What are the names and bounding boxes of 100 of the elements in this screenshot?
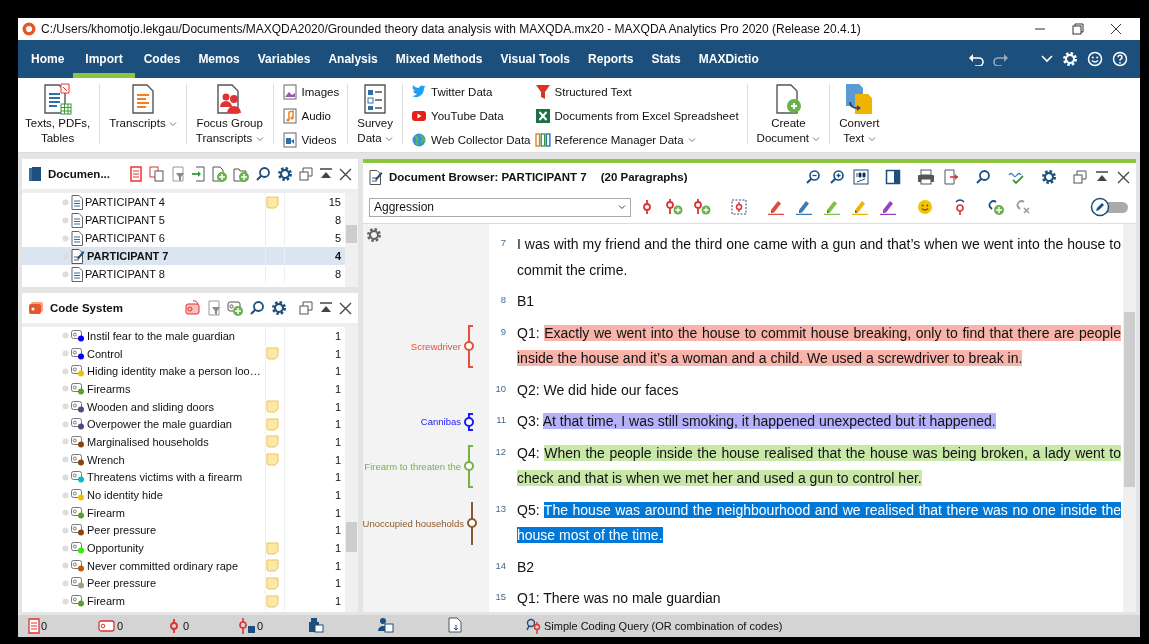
menu-tab[interactable]: Visual Tools	[491, 40, 580, 78]
collapse-icon[interactable]	[319, 301, 333, 315]
zoom-reset-icon[interactable]	[853, 169, 869, 185]
menu-tab[interactable]: Variables	[248, 40, 320, 78]
code-row[interactable]: Threatens victims with a firearm 1	[22, 468, 345, 487]
code-row[interactable]: Firearm 1	[22, 503, 345, 522]
code-row[interactable]: Wrench 1	[22, 450, 345, 469]
search-icon[interactable]	[249, 300, 265, 316]
restore-icon[interactable]	[1073, 170, 1087, 184]
code-row[interactable]: Opportunity 1	[22, 539, 345, 557]
smiley-icon[interactable]	[1087, 51, 1103, 67]
highlighter-icon[interactable]	[795, 199, 813, 215]
play-icon[interactable]	[411, 108, 427, 124]
code-row[interactable]: Instil fear to the male guardian 1	[22, 327, 345, 345]
ribbon-button[interactable]: Structured Text	[534, 84, 739, 100]
restore-icon[interactable]	[299, 301, 313, 315]
code-dropdown[interactable]: Aggression	[369, 197, 631, 217]
print-icon[interactable]	[917, 169, 935, 185]
bird-icon[interactable]	[411, 84, 427, 100]
side-panel-icon[interactable]	[885, 169, 901, 185]
zoom-out-icon[interactable]	[805, 169, 821, 185]
document-icon[interactable]	[28, 618, 40, 634]
code-row[interactable]: Hiding identity make a person loo… 1	[22, 362, 345, 381]
scrollbar[interactable]	[345, 193, 358, 287]
code-row[interactable]: Firearm 1	[22, 592, 345, 610]
spreadsheet-icon[interactable]	[534, 108, 551, 124]
code-row[interactable]: Peer pressure 1	[22, 521, 345, 540]
code-row[interactable]: No identity hide 1	[22, 486, 345, 504]
close-icon[interactable]	[1117, 170, 1130, 184]
restore-icon[interactable]	[1072, 23, 1084, 35]
code-row[interactable]: Peer pressure 1	[22, 574, 345, 593]
code-row[interactable]: Control 1	[22, 344, 345, 363]
highlighter-icon[interactable]	[767, 199, 785, 215]
coded-segment-icon[interactable]	[238, 618, 256, 634]
filter-icon[interactable]	[171, 166, 185, 182]
search-icon[interactable]	[255, 166, 271, 182]
bars-icon[interactable]	[534, 132, 551, 148]
ribbon-button[interactable]: Focus Group Transcripts	[192, 80, 267, 152]
caret-icon[interactable]	[1041, 54, 1053, 64]
close-icon[interactable]	[339, 167, 352, 181]
image-icon[interactable]	[281, 84, 298, 100]
import-icon[interactable]	[191, 166, 205, 182]
ribbon-button[interactable]: YouTube Data	[411, 108, 531, 124]
settings-icon[interactable]	[271, 300, 287, 316]
undo-icon[interactable]	[968, 52, 984, 66]
edit-mode-toggle[interactable]	[1090, 197, 1130, 217]
ribbon-button[interactable]: Videos	[281, 132, 340, 148]
funnel-icon[interactable]	[534, 84, 551, 100]
search-icon[interactable]	[975, 169, 991, 185]
collapse-icon[interactable]	[1095, 170, 1109, 184]
ribbon-button[interactable]: Survey Data	[354, 80, 396, 152]
globe-icon[interactable]	[411, 132, 427, 148]
select-coding-icon[interactable]	[731, 199, 747, 215]
ribbon-button[interactable]: Texts, PDFs, Tables	[22, 80, 94, 152]
copy-icon[interactable]	[149, 166, 165, 182]
settings-icon[interactable]	[1041, 169, 1057, 185]
add-folder-icon[interactable]	[233, 166, 249, 182]
menu-tab[interactable]: Analysis	[319, 40, 387, 78]
add-document-icon[interactable]	[211, 166, 227, 182]
code-row[interactable]: Never committed ordinary rape 1	[22, 556, 345, 575]
menu-tab[interactable]: MAXDictio	[689, 40, 768, 78]
scrollbar[interactable]	[345, 327, 358, 612]
menu-tab[interactable]: Mixed Methods	[386, 40, 492, 78]
collapse-icon[interactable]	[319, 167, 333, 181]
ribbon-button[interactable]: Twitter Data	[411, 84, 531, 100]
music-note-icon[interactable]	[281, 108, 298, 124]
add-code-icon[interactable]	[227, 300, 243, 316]
settings-icon[interactable]	[366, 227, 382, 243]
undo-coding-icon[interactable]	[953, 199, 967, 215]
menu-tab[interactable]: Memos	[189, 40, 249, 78]
ribbon-button[interactable]: Create Document	[753, 80, 824, 152]
ribbon-button[interactable]: Reference Manager Data	[534, 132, 739, 148]
ribbon-button[interactable]: Web Collector Data	[411, 132, 531, 148]
scrollbar[interactable]	[1123, 224, 1136, 612]
document-row[interactable]: PARTICIPANT 5 8	[22, 211, 345, 229]
menu-tab[interactable]: Codes	[134, 40, 190, 78]
document-icon[interactable]	[129, 166, 143, 182]
ribbon-button[interactable]: Convert Text	[836, 80, 883, 152]
redo-icon[interactable]	[993, 52, 1009, 66]
document-row[interactable]: PARTICIPANT 8 8	[22, 265, 345, 283]
filter-icon[interactable]	[207, 300, 221, 316]
ribbon-button[interactable]: Images	[281, 84, 340, 100]
video-icon[interactable]	[281, 132, 298, 148]
close-icon[interactable]	[339, 301, 352, 315]
add-coding-icon[interactable]	[665, 199, 683, 215]
ribbon-button[interactable]: Transcripts	[106, 80, 180, 152]
document-import-icon[interactable]	[448, 617, 462, 633]
code-variables-icon[interactable]	[378, 617, 394, 633]
menu-tab[interactable]: Home	[22, 40, 74, 78]
smiley-icon[interactable]	[917, 199, 933, 215]
code-row[interactable]: Overpower the male guardian 1	[22, 415, 345, 434]
code-icon[interactable]	[98, 620, 116, 632]
code-icon[interactable]	[185, 300, 201, 316]
code-row[interactable]: Firearms 1	[22, 380, 345, 398]
remove-link-icon[interactable]	[1015, 199, 1031, 215]
zoom-in-icon[interactable]	[829, 169, 845, 185]
close-icon[interactable]	[1110, 23, 1122, 35]
add-link-icon[interactable]	[987, 199, 1005, 215]
export-icon[interactable]	[943, 169, 959, 185]
ribbon-button[interactable]: Audio	[281, 108, 340, 124]
